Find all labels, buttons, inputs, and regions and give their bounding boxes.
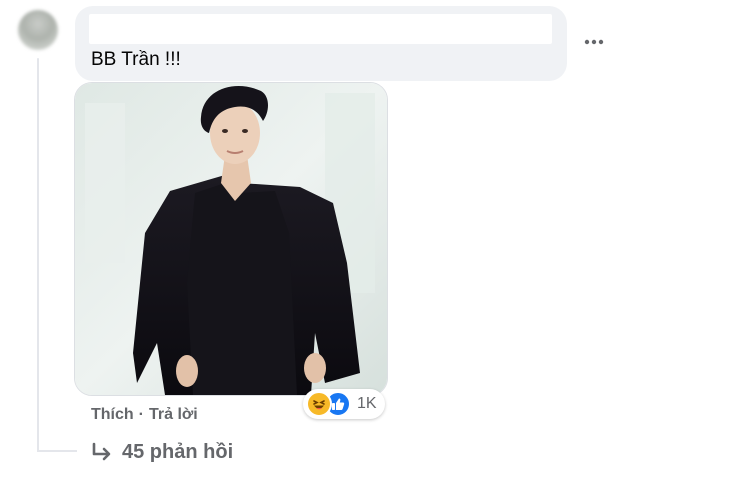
- avatar[interactable]: [18, 10, 58, 50]
- author-name-redacted: [89, 14, 552, 44]
- reaction-count: 1K: [357, 395, 377, 412]
- thread-line: [37, 58, 39, 452]
- reply-link[interactable]: Trả lời: [149, 406, 198, 424]
- comment-text: BB Trần !!!: [91, 49, 181, 70]
- comment-photo[interactable]: [74, 82, 388, 396]
- separator-dot: ·: [138, 406, 144, 423]
- reactions-summary[interactable]: 1K: [303, 389, 385, 419]
- view-replies-button[interactable]: 45 phản hồi: [90, 441, 233, 464]
- haha-icon: [306, 391, 332, 417]
- replies-label: 45 phản hồi: [122, 441, 234, 463]
- comment-bubble: BB Trần !!!: [75, 6, 567, 81]
- reply-arrow-icon: [92, 442, 111, 460]
- like-link[interactable]: Thích: [91, 406, 134, 424]
- ellipsis-icon: [584, 39, 604, 45]
- photo-illustration: [75, 83, 387, 395]
- more-options-button[interactable]: [578, 28, 610, 56]
- thread-line-branch: [37, 450, 77, 452]
- comment-actions: Thích · Trả lời: [91, 406, 198, 424]
